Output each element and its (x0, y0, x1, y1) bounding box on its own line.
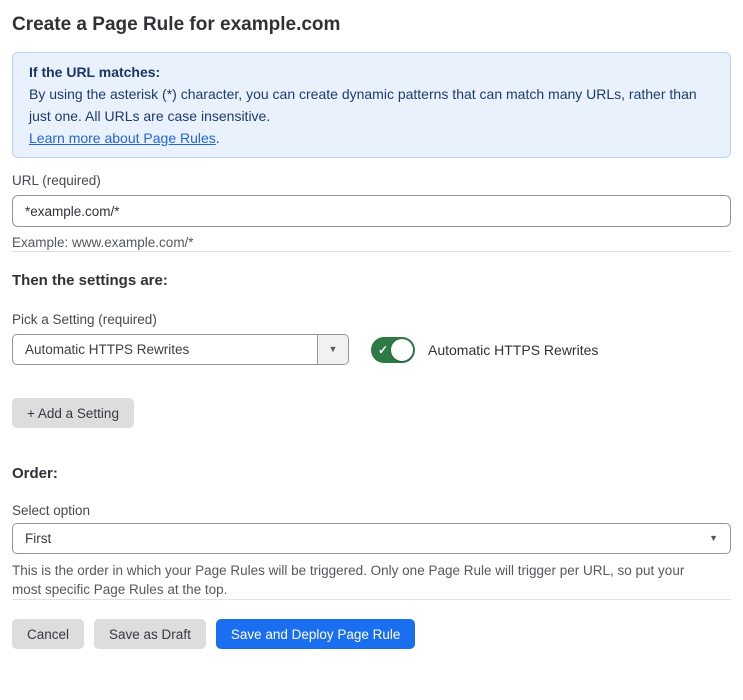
toggle-knob (391, 338, 413, 361)
add-setting-button[interactable]: + Add a Setting (12, 398, 134, 428)
setting-picker-caret-button[interactable]: ▼ (317, 335, 348, 364)
order-helper-text: This is the order in which your Page Rul… (12, 563, 685, 597)
url-matches-info-box: If the URL matches: By using the asteris… (12, 52, 731, 158)
divider (12, 599, 731, 600)
caret-down-icon: ▼ (709, 533, 718, 543)
save-as-draft-button[interactable]: Save as Draft (94, 619, 206, 649)
info-box-heading: If the URL matches: (29, 64, 161, 80)
footer-actions: Cancel Save as Draft Save and Deploy Pag… (12, 619, 731, 649)
settings-section-heading: Then the settings are: (12, 272, 168, 289)
order-select[interactable]: First ▼ (12, 523, 731, 554)
setting-picker-value: Automatic HTTPS Rewrites (25, 342, 190, 357)
caret-down-icon: ▼ (328, 344, 338, 354)
setting-picker-label: Pick a Setting (required) (12, 312, 157, 327)
url-input[interactable] (12, 195, 731, 227)
info-box-link-line: Learn more about Page Rules. (29, 127, 714, 149)
learn-more-link[interactable]: Learn more about Page Rules (29, 130, 216, 146)
https-rewrites-toggle[interactable]: ✓ (371, 336, 415, 363)
order-section-heading: Order: (12, 465, 58, 482)
order-select-value: First (25, 531, 52, 546)
check-icon: ✓ (378, 342, 389, 357)
url-example-helper: Example: www.example.com/* (12, 235, 194, 250)
toggle-setting-label: Automatic HTTPS Rewrites (428, 341, 599, 358)
order-select-label: Select option (12, 503, 91, 518)
setting-picker-row: Automatic HTTPS Rewrites ▼ ✓ Automatic H… (12, 334, 731, 365)
url-field-label: URL (required) (12, 173, 101, 188)
info-box-body: By using the asterisk (*) character, you… (29, 86, 697, 124)
page-rule-form: Create a Page Rule for example.com If th… (0, 14, 743, 649)
save-and-deploy-button[interactable]: Save and Deploy Page Rule (215, 619, 416, 649)
setting-picker-dropdown[interactable]: Automatic HTTPS Rewrites ▼ (12, 334, 349, 365)
cancel-button[interactable]: Cancel (12, 619, 85, 649)
link-suffix: . (215, 130, 220, 146)
divider (12, 251, 731, 252)
page-title: Create a Page Rule for example.com (12, 14, 341, 35)
